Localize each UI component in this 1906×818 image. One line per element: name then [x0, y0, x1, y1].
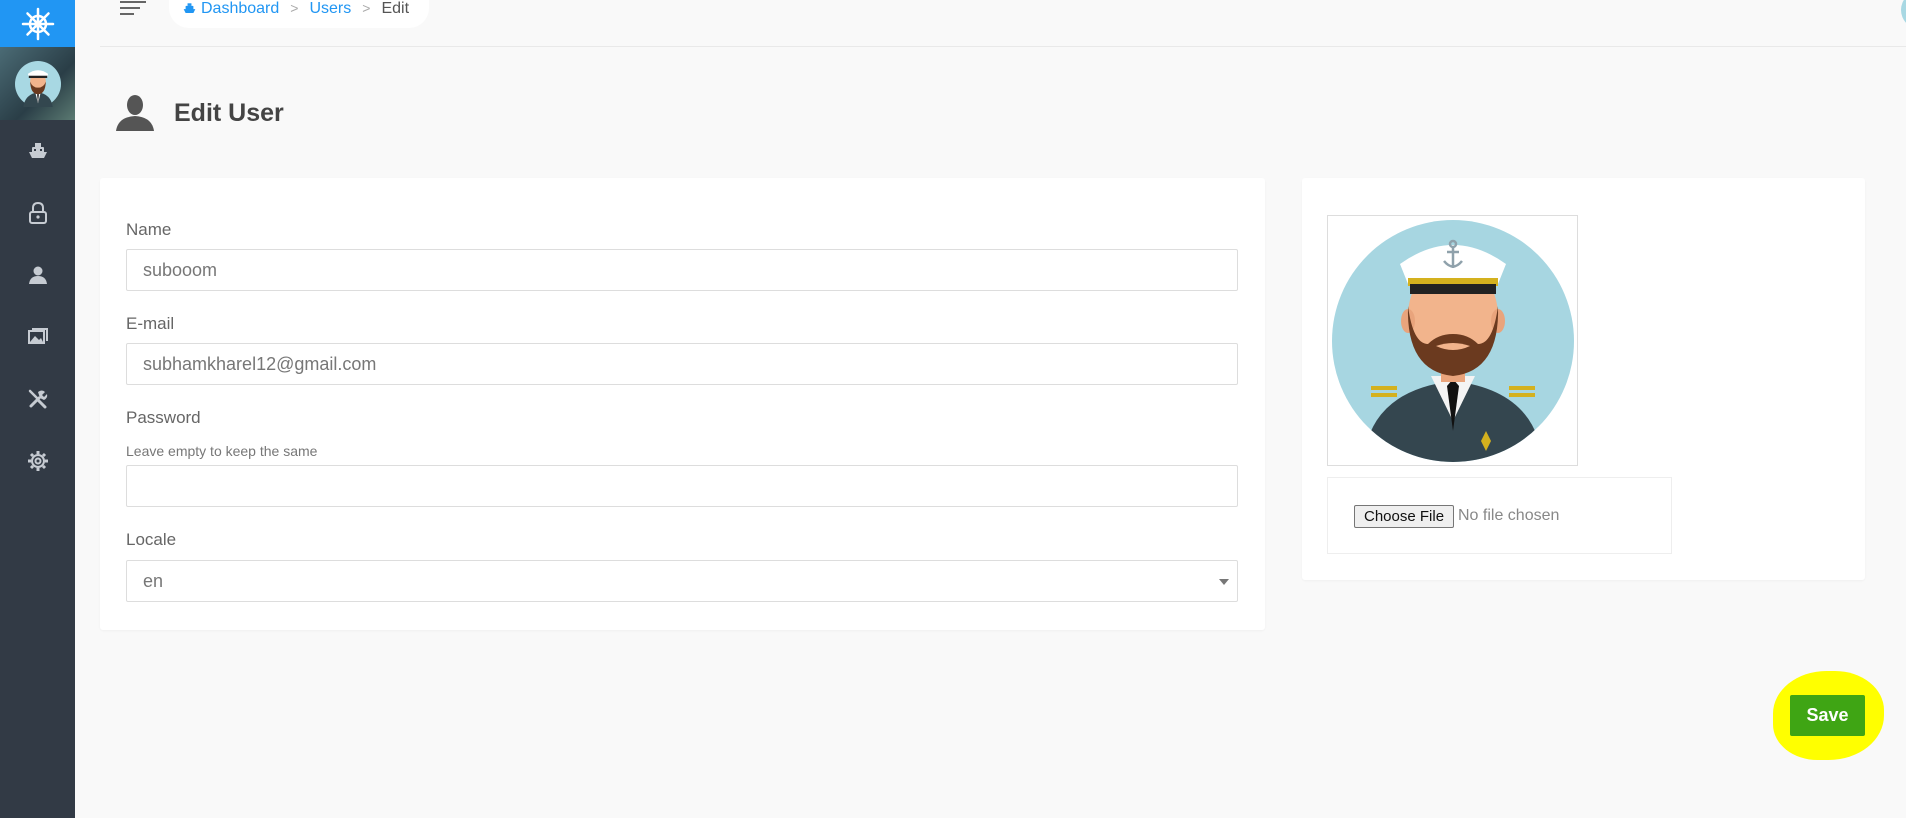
sidebar-item-media[interactable]: [0, 306, 75, 368]
menu-icon: [120, 1, 146, 15]
avatar-preview: [1327, 215, 1578, 466]
ship-icon: [183, 3, 196, 14]
images-icon: [27, 328, 48, 344]
breadcrumb-users-link[interactable]: Users: [309, 0, 351, 18]
page-header: Edit User: [116, 95, 284, 131]
sidebar-item-tools[interactable]: [0, 368, 75, 430]
name-label: Name: [126, 220, 172, 239]
password-hint: Leave empty to keep the same: [126, 443, 318, 459]
sidebar-item-settings[interactable]: [0, 430, 75, 492]
avatar-upload-card: Choose File No file chosen: [1302, 178, 1865, 580]
sidebar-nav: [0, 120, 75, 492]
breadcrumb-separator: >: [290, 0, 299, 16]
user-form-card: Name subooom E-mail subhamkharel12@gmail…: [100, 178, 1265, 630]
topbar: Dashboard > Users > Edit: [75, 0, 1906, 47]
captain-avatar-icon: [14, 60, 61, 107]
user-icon: [28, 266, 47, 284]
breadcrumb-current: Edit: [381, 0, 410, 17]
sidebar-item-users[interactable]: [0, 244, 75, 306]
tools-icon: [28, 389, 47, 409]
page-title: Edit User: [174, 98, 284, 127]
gear-icon: [27, 451, 48, 471]
user-icon: [116, 95, 154, 131]
sidebar: [0, 0, 75, 818]
file-status-text: No file chosen: [1458, 507, 1560, 524]
menu-toggle-button[interactable]: [120, 0, 148, 22]
ship-wheel-icon: [21, 7, 54, 40]
password-label: Password: [126, 408, 201, 427]
breadcrumb-separator: >: [362, 0, 371, 16]
logo[interactable]: [0, 0, 75, 47]
captain-avatar-image: [1332, 220, 1574, 462]
password-input[interactable]: [126, 465, 1238, 507]
email-label: E-mail: [126, 314, 175, 333]
choose-file-button[interactable]: Choose File: [1354, 505, 1455, 528]
sidebar-item-security[interactable]: [0, 182, 75, 244]
email-input[interactable]: subhamkharel12@gmail.com: [126, 343, 1238, 385]
name-input[interactable]: subooom: [126, 249, 1238, 291]
user-menu-avatar[interactable]: [1901, 0, 1906, 29]
captain-avatar-icon: [1901, 0, 1906, 23]
sidebar-user-avatar[interactable]: [0, 47, 75, 120]
lock-icon: [28, 202, 47, 224]
sidebar-item-ships[interactable]: [0, 120, 75, 182]
topbar-divider: [100, 46, 1906, 47]
locale-select[interactable]: en: [126, 560, 1238, 602]
locale-label: Locale: [126, 530, 177, 549]
save-button[interactable]: Save: [1790, 695, 1865, 736]
breadcrumb: Dashboard > Users > Edit: [169, 0, 430, 28]
locale-select-value: en: [143, 570, 164, 591]
chevron-down-icon: [1219, 579, 1229, 585]
breadcrumb-dashboard-link[interactable]: Dashboard: [201, 0, 279, 18]
file-upload-box: Choose File No file chosen: [1327, 477, 1672, 554]
ship-icon: [28, 143, 47, 158]
